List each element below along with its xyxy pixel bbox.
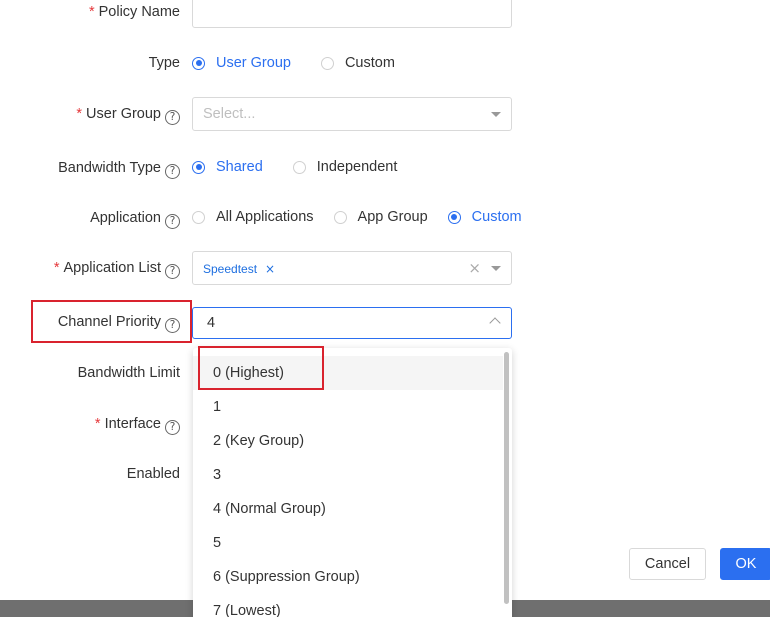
radio-unchecked-icon <box>192 210 205 224</box>
dropdown-scrollbar[interactable] <box>504 352 509 604</box>
required-marker: * <box>88 4 95 20</box>
required-marker: * <box>94 416 101 432</box>
radio-checked-icon <box>447 210 461 224</box>
dropdown-option-2[interactable]: 2 (Key Group) <box>193 424 503 458</box>
dropdown-option-4[interactable]: 4 (Normal Group) <box>193 492 503 526</box>
help-icon[interactable]: ? <box>165 164 180 179</box>
tag-remove-icon[interactable]: × <box>265 262 275 276</box>
channel-priority-select[interactable]: 4 <box>192 307 512 339</box>
bandwidth-type-radio-independent[interactable]: Independent <box>292 157 397 177</box>
dropdown-option-5[interactable]: 5 <box>193 526 503 560</box>
required-marker: * <box>53 260 60 276</box>
radio-checked-icon <box>192 160 205 174</box>
radio-unchecked-icon <box>320 56 334 70</box>
type-radio-custom[interactable]: Custom <box>320 53 395 73</box>
help-icon[interactable]: ? <box>165 420 180 435</box>
type-radio-user-group[interactable]: User Group <box>192 53 291 73</box>
dropdown-option-1[interactable]: 1 <box>193 390 503 424</box>
chevron-up-icon <box>489 317 501 329</box>
radio-unchecked-icon <box>333 210 347 224</box>
enabled-label: Enabled <box>126 466 180 482</box>
interface-label: * Interface? <box>94 414 180 435</box>
bandwidth-type-label: Bandwidth Type? <box>58 158 180 179</box>
policy-name-input[interactable] <box>192 0 512 28</box>
speedtest-tag: Speedtest × <box>203 262 276 276</box>
required-marker: * <box>76 106 83 122</box>
dropdown-option-3[interactable]: 3 <box>193 458 503 492</box>
application-radio-group: All Applications App Group Custom <box>192 207 552 227</box>
application-list-select[interactable]: Speedtest × × <box>192 251 512 285</box>
application-label: Application? <box>90 208 180 229</box>
user-group-select[interactable]: Select... <box>192 97 512 131</box>
channel-priority-label-highlight <box>31 300 192 343</box>
radio-checked-icon <box>192 56 205 70</box>
bandwidth-type-radio-group: Shared Independent <box>192 157 427 177</box>
option-highlight <box>198 346 324 390</box>
chevron-down-icon <box>491 112 501 117</box>
user-group-label: * User Group? <box>76 104 180 125</box>
dropdown-option-7[interactable]: 7 (Lowest) <box>193 594 503 617</box>
application-radio-custom[interactable]: Custom <box>447 207 522 227</box>
cancel-button[interactable]: Cancel <box>629 548 706 580</box>
chevron-down-icon <box>491 266 501 271</box>
dropdown-option-6[interactable]: 6 (Suppression Group) <box>193 560 503 594</box>
application-list-label: * Application List? <box>53 258 180 279</box>
channel-priority-value: 4 <box>207 315 216 331</box>
bandwidth-limit-label: Bandwidth Limit <box>77 365 180 381</box>
application-radio-all[interactable]: All Applications <box>192 207 314 227</box>
bandwidth-type-radio-shared[interactable]: Shared <box>192 157 263 177</box>
help-icon[interactable]: ? <box>165 110 180 125</box>
clear-icon[interactable]: × <box>468 259 481 277</box>
help-icon[interactable]: ? <box>165 264 180 279</box>
help-icon[interactable]: ? <box>165 214 180 229</box>
ok-button[interactable]: OK <box>720 548 770 580</box>
radio-unchecked-icon <box>292 160 306 174</box>
user-group-placeholder: Select... <box>203 106 256 122</box>
type-label: Type <box>148 55 180 71</box>
policy-name-label: * Policy Name <box>88 4 180 20</box>
type-radio-group: User Group Custom <box>192 53 425 73</box>
application-radio-app-group[interactable]: App Group <box>333 207 428 227</box>
